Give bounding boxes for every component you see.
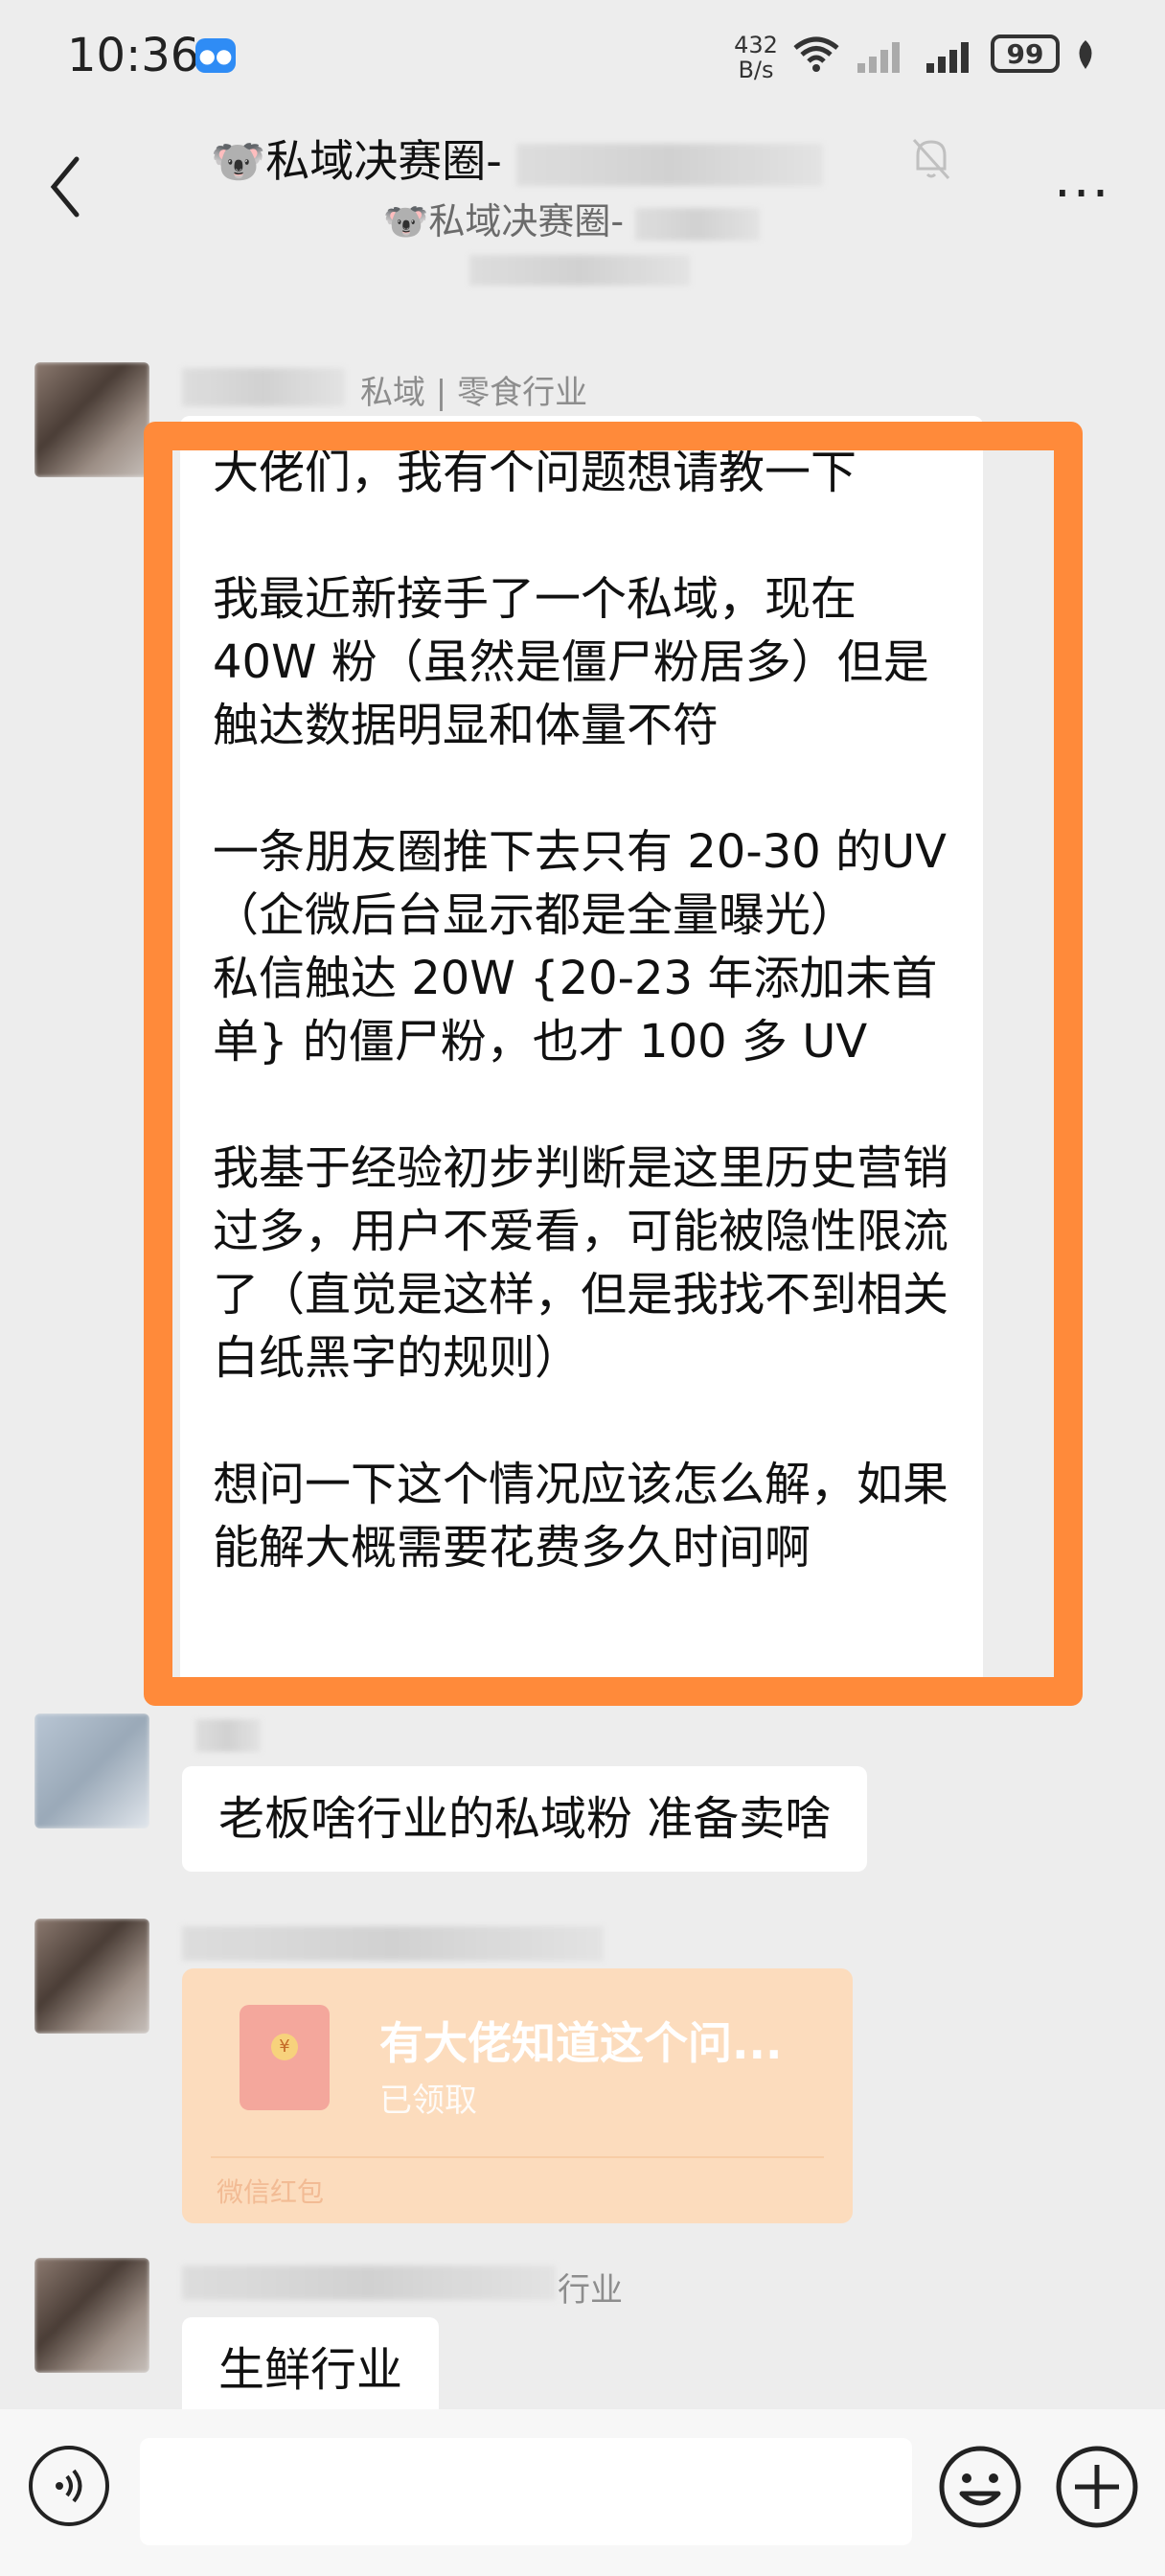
red-packet-title: 有大佬知道这个问... bbox=[379, 2017, 783, 2069]
chat-subtitle: 🐨私域决赛圈- bbox=[383, 192, 761, 244]
avatar[interactable] bbox=[34, 362, 149, 477]
plus-icon[interactable] bbox=[1054, 2444, 1140, 2530]
voice-button[interactable] bbox=[29, 2446, 109, 2526]
sender-name-blur bbox=[195, 1719, 261, 1752]
chat-notification-icon: ●● bbox=[195, 38, 236, 73]
battery-icon: 99 bbox=[991, 34, 1060, 73]
avatar[interactable] bbox=[34, 1919, 149, 2034]
coin-icon: ¥ bbox=[271, 2034, 298, 2060]
signal-icon bbox=[857, 42, 900, 73]
network-speed: 432 B/s bbox=[730, 33, 782, 82]
more-button[interactable]: ··· bbox=[1054, 163, 1110, 225]
mute-icon bbox=[912, 138, 950, 180]
sender-name-blur bbox=[182, 368, 345, 406]
message-bubble[interactable]: 老板啥行业的私域粉 准备卖啥 bbox=[182, 1766, 868, 1872]
status-time: 10:36 bbox=[67, 29, 200, 82]
message-bubble[interactable]: 生鲜行业 bbox=[182, 2317, 440, 2419]
emoji-icon[interactable] bbox=[937, 2444, 1023, 2530]
chat-title: 🐨私域决赛圈- bbox=[211, 126, 823, 190]
voice-icon bbox=[56, 2469, 82, 2503]
message-input[interactable] bbox=[140, 2438, 912, 2545]
battery-level: 99 bbox=[1006, 37, 1044, 70]
red-packet-status: 已领取 bbox=[379, 2082, 477, 2120]
network-speed-unit: B/s bbox=[738, 57, 774, 83]
back-button[interactable] bbox=[46, 153, 84, 220]
date-text bbox=[469, 255, 690, 286]
sender-name: 行业 bbox=[558, 2271, 623, 2310]
red-packet-icon: ¥ bbox=[240, 2005, 330, 2110]
wifi-icon bbox=[793, 36, 839, 72]
chat-title-text: 🐨私域决赛圈- bbox=[211, 135, 502, 187]
avatar[interactable] bbox=[34, 2258, 149, 2373]
network-speed-value: 432 bbox=[734, 32, 778, 58]
divider bbox=[211, 2156, 824, 2158]
message-bubble[interactable]: 大佬们，我有个问题想请教一下 我最近新接手了一个私域，现在40W 粉（虽然是僵尸… bbox=[180, 416, 983, 1685]
sender-name-blur bbox=[182, 2266, 556, 2300]
red-packet-label: 微信红包 bbox=[217, 2176, 325, 2208]
sender-name: 私域 | 零食行业 bbox=[360, 374, 588, 412]
signal-icon bbox=[926, 42, 969, 73]
leaf-icon bbox=[1079, 40, 1092, 69]
chat-subtitle-text: 🐨私域决赛圈- bbox=[383, 200, 625, 242]
avatar[interactable] bbox=[34, 1714, 149, 1828]
red-packet-card[interactable]: ¥ 有大佬知道这个问... 已领取 微信红包 bbox=[182, 1968, 853, 2223]
input-bar bbox=[0, 2409, 1165, 2576]
sender-name-blur bbox=[182, 1926, 604, 1961]
